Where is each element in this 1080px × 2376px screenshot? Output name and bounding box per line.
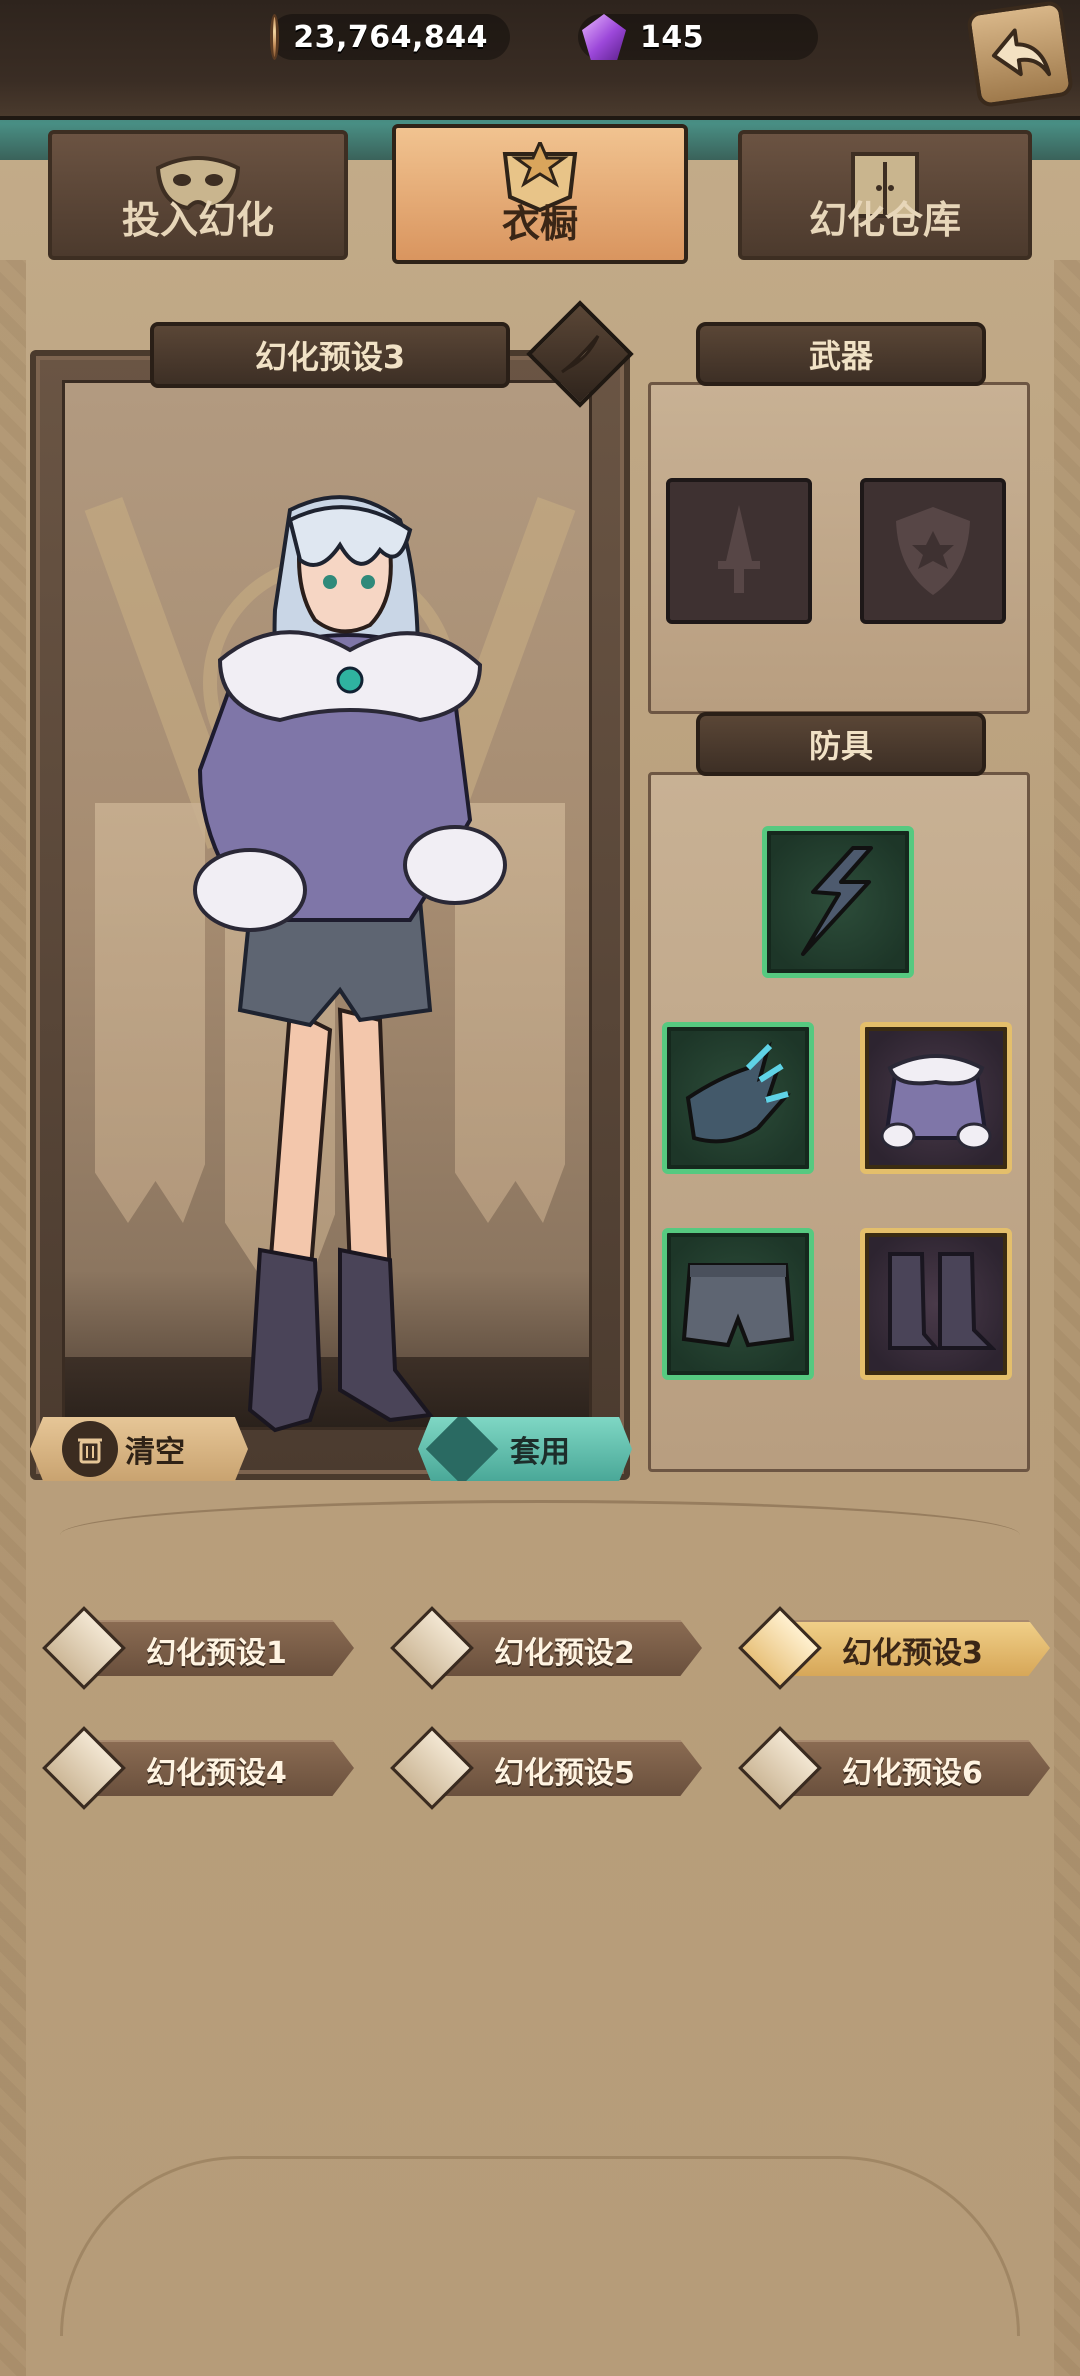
tab-invest-transmog[interactable]: 投入幻化 (48, 130, 348, 260)
preset-crest-icon (738, 1726, 822, 1810)
weapon-section-title: 武器 (696, 322, 986, 386)
back-arrow-icon (991, 28, 1052, 77)
sword-slot-icon (718, 505, 760, 593)
preset-label: 幻化预设2 (494, 1636, 635, 1671)
tab-label: 幻化仓库 (808, 198, 961, 242)
armor-slot-hands[interactable] (662, 1022, 814, 1174)
weapon-slot-offhand[interactable] (860, 478, 1006, 624)
armor-slot-feet[interactable] (860, 1228, 1012, 1380)
apply-button[interactable]: 套用 (418, 1417, 632, 1481)
preset-crest-icon (390, 1606, 474, 1690)
coin-counter: 23,764,844 (270, 14, 510, 60)
preset-label: 幻化预设4 (146, 1756, 287, 1791)
preset-button-4[interactable]: 幻化预设4 (38, 1726, 354, 1810)
preset-button-6[interactable]: 幻化预设6 (734, 1726, 1050, 1810)
armor-slot-legs[interactable] (662, 1228, 814, 1380)
preset-title-plate: 幻化预设3 (150, 322, 510, 388)
clear-label: 清空 (125, 1435, 185, 1470)
armor-title: 防具 (808, 727, 873, 765)
clear-button[interactable]: 清空 (30, 1417, 248, 1481)
shorts-icon (681, 1263, 795, 1348)
armor-slot-head[interactable] (762, 826, 914, 978)
trash-icon (62, 1421, 118, 1477)
tab-transmog-storage[interactable]: 幻化仓库 (738, 130, 1032, 260)
preset-crest-icon (738, 1606, 822, 1690)
quill-edit-icon (561, 335, 600, 374)
gauntlet-icon (685, 1041, 791, 1144)
tab-label: 投入幻化 (121, 198, 274, 242)
preset-button-2[interactable]: 幻化预设2 (386, 1606, 702, 1690)
character-figure (193, 495, 507, 1433)
tab-label: 衣橱 (501, 202, 578, 246)
gem-icon (582, 14, 626, 60)
coin-amount: 23,764,844 (293, 19, 488, 55)
back-button[interactable] (965, 0, 1075, 109)
apply-label: 套用 (510, 1435, 570, 1470)
preset-title: 幻化预设3 (254, 338, 406, 376)
preset-label: 幻化预设3 (842, 1636, 983, 1671)
preset-button-1[interactable]: 幻化预设1 (38, 1606, 354, 1690)
bottom-ornament-arc (60, 2156, 1020, 2336)
preset-crest-icon (390, 1726, 474, 1810)
tab-wardrobe[interactable]: 衣橱 (392, 124, 688, 264)
shield-slot-icon (896, 507, 970, 595)
armor-section-title: 防具 (696, 712, 986, 776)
preset-label: 幻化预设6 (842, 1756, 983, 1791)
armor-slot-body[interactable] (860, 1022, 1012, 1174)
wardrobe-screen: 23,764,844 145 投入幻化 衣橱 幻化仓库 幻化预设3 清空 套用 … (0, 0, 1080, 2376)
gem-amount: 145 (640, 19, 705, 55)
right-border-ornament (1054, 260, 1080, 2376)
coin-icon (270, 14, 280, 60)
weapon-title: 武器 (808, 337, 873, 375)
preset-label: 幻化预设5 (494, 1756, 635, 1791)
preset-button-3[interactable]: 幻化预设3 (734, 1606, 1050, 1690)
preset-crest-icon (42, 1726, 126, 1810)
helmet-shard-icon (801, 846, 873, 956)
fur-coat-icon (880, 1054, 992, 1150)
preset-label: 幻化预设1 (146, 1636, 287, 1671)
weapon-slot-main[interactable] (666, 478, 812, 624)
preset-crest-icon (42, 1606, 126, 1690)
left-border-ornament (0, 260, 26, 2376)
gem-counter: 145 (578, 14, 818, 60)
section-divider (60, 1500, 1020, 1570)
boots-icon (888, 1252, 996, 1350)
crown-icon (425, 1417, 499, 1481)
top-bar: 23,764,844 145 (0, 0, 1080, 120)
preset-button-5[interactable]: 幻化预设5 (386, 1726, 702, 1810)
